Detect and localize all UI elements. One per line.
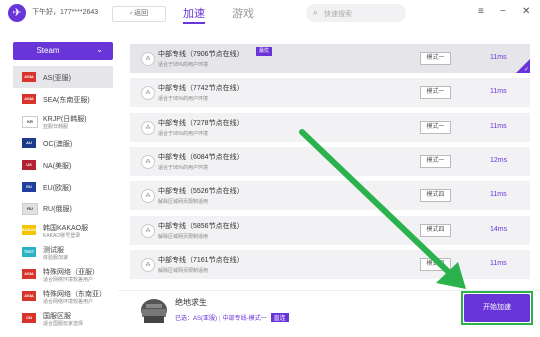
annotation-arrow [299, 129, 466, 289]
